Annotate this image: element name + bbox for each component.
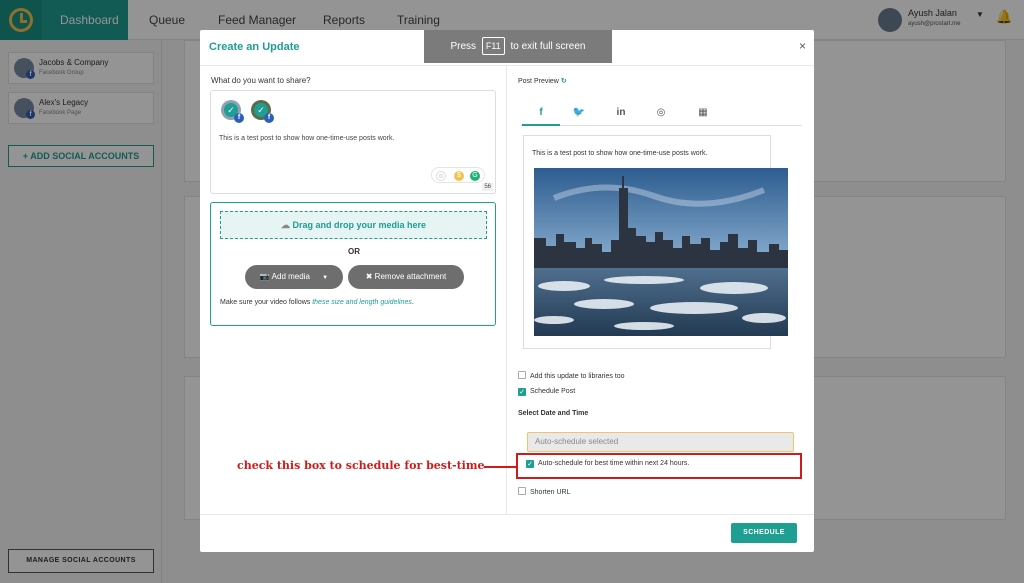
dropdown-caret-icon[interactable]: ▼ — [322, 275, 328, 281]
divider — [506, 66, 507, 514]
or-separator: OR — [348, 247, 360, 256]
video-guidelines: Make sure your video follows these size … — [220, 299, 414, 306]
date-time-label: Select Date and Time — [518, 410, 589, 417]
remove-attachment-button[interactable]: ✖ Remove attachment — [348, 265, 464, 289]
tab-instagram[interactable]: ◎ — [642, 102, 680, 126]
selected-account-avatar[interactable]: ✓ f — [251, 100, 274, 123]
callout-arrow — [484, 466, 516, 468]
f11-key: F11 — [481, 37, 505, 55]
selected-account-avatar[interactable]: ✓ f — [221, 100, 244, 123]
share-label: What do you want to share? — [211, 76, 311, 85]
post-composer[interactable]: ✓ f ✓ f This is a test post to show how … — [210, 90, 496, 194]
tab-twitter[interactable]: 🐦 — [560, 102, 598, 126]
checkbox-unchecked[interactable] — [518, 371, 526, 379]
media-drop-zone[interactable]: ☁ Drag and drop your media here — [220, 211, 487, 239]
annotation-callout: check this box to schedule for best-time — [237, 459, 485, 472]
grammarly-icon[interactable]: G — [470, 171, 480, 181]
fullscreen-banner: Press F11 to exit full screen — [424, 30, 612, 63]
refresh-icon[interactable]: ↻ — [561, 78, 567, 85]
camera-icon: 📷 — [259, 272, 272, 281]
facebook-icon: f — [234, 113, 244, 123]
divider — [200, 65, 814, 66]
modal-title: Create an Update — [209, 41, 300, 53]
post-preview-card: This is a test post to show how one-time… — [523, 135, 788, 349]
add-media-button[interactable]: 📷 Add media ▼ — [245, 265, 343, 289]
preview-image — [534, 168, 788, 336]
tab-facebook[interactable]: f — [522, 102, 560, 126]
cloud-upload-icon: ☁ — [280, 220, 293, 230]
shorten-url-checkbox[interactable]: Shorten URL — [518, 487, 570, 496]
highlight-box — [516, 453, 802, 479]
composer-tools: ☺ $ G — [431, 167, 485, 183]
close-icon[interactable]: × — [799, 39, 806, 53]
close-icon: ✖ — [365, 272, 375, 281]
coin-icon[interactable]: $ — [454, 171, 464, 181]
character-count: 56 — [482, 183, 493, 191]
facebook-icon: f — [264, 113, 274, 123]
emoji-icon[interactable]: ☺ — [436, 171, 446, 181]
post-preview-label: Post Preview ↻ — [518, 78, 567, 85]
drop-zone-label: Drag and drop your media here — [292, 220, 427, 230]
tab-calendar[interactable]: ▦ — [684, 102, 722, 126]
checkbox-checked[interactable]: ✓ — [518, 388, 526, 396]
tab-linkedin[interactable]: in — [602, 102, 640, 126]
add-media-label: Add media — [271, 272, 310, 281]
social-network-tabs: f 🐦 in ◎ ▦ — [520, 102, 802, 126]
remove-attachment-label: Remove attachment — [374, 272, 447, 281]
libraries-checkbox[interactable]: Add this update to libraries too — [518, 371, 625, 380]
checkbox-unchecked[interactable] — [518, 487, 526, 495]
schedule-button[interactable]: SCHEDULE — [731, 523, 797, 543]
divider — [200, 514, 814, 515]
auto-schedule-field[interactable]: Auto-schedule selected — [527, 432, 794, 452]
schedule-post-checkbox[interactable]: ✓ Schedule Post — [518, 388, 575, 396]
media-upload-box: ☁ Drag and drop your media here OR 📷 Add… — [210, 202, 496, 326]
preview-text: This is a test post to show how one-time… — [532, 150, 708, 157]
post-text[interactable]: This is a test post to show how one-time… — [219, 135, 394, 142]
guidelines-link[interactable]: these size and length guidelines — [312, 299, 412, 306]
